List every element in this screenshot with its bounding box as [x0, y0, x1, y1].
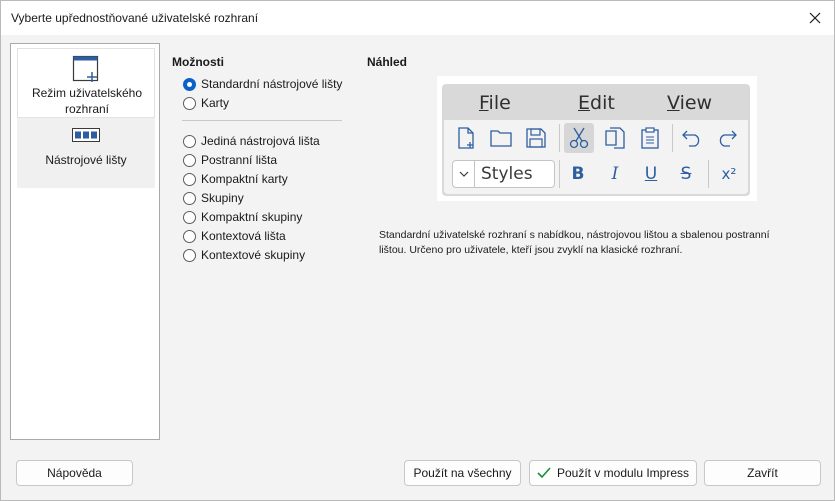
open-folder-icon: [486, 123, 516, 153]
apply-all-button[interactable]: Použít na všechny: [404, 460, 521, 486]
close-dialog-button[interactable]: Zavřít: [704, 460, 821, 486]
styles-label: Styles: [481, 164, 533, 184]
title-bar: Vyberte upřednostňované uživatelské rozh…: [1, 1, 834, 35]
menu-rest: iew: [679, 92, 713, 114]
menu-mnemonic: V: [667, 92, 680, 114]
checkmark-icon: [537, 467, 551, 479]
menu-mnemonic: F: [479, 92, 489, 114]
radio-label: Kompaktní karty: [201, 172, 288, 186]
preview-menu-file: File: [479, 92, 511, 114]
strikethrough-icon: S: [680, 164, 692, 184]
mode-description: Standardní uživatelské rozhraní s nabídk…: [379, 229, 770, 256]
close-button[interactable]: [796, 1, 834, 35]
radio-button[interactable]: [183, 134, 196, 148]
menu-mnemonic: E: [578, 92, 591, 114]
radio-groups[interactable]: Skupiny: [183, 189, 244, 207]
radio-label: Standardní nástrojové lišty: [201, 77, 343, 91]
menu-rest: dit: [590, 92, 615, 114]
radio-label: Kompaktní skupiny: [201, 210, 303, 224]
radio-single-toolbar[interactable]: Jediná nástrojová lišta: [183, 132, 320, 150]
apply-module-label: Použít v modulu Impress: [556, 466, 690, 480]
radio-button[interactable]: [183, 229, 196, 243]
window-plus-icon: [72, 55, 99, 82]
radio-standard-toolbars[interactable]: Standardní nástrojové lišty: [183, 75, 342, 93]
underline-icon: U: [644, 164, 658, 184]
sidebar-item-label: Nástrojové lišty: [45, 153, 127, 167]
sidebar-item-ui-mode[interactable]: Režim uživatelského rozhraní: [17, 48, 155, 118]
preview-heading: Náhled: [367, 55, 408, 69]
apply-module-button[interactable]: Použít v modulu Impress: [529, 460, 697, 486]
radio-label: Skupiny: [201, 191, 244, 205]
radio-button[interactable]: [183, 153, 196, 167]
preview-menu-view: View: [667, 92, 712, 114]
new-document-icon: [451, 123, 481, 153]
preview-styles-combo: Styles: [452, 160, 555, 188]
redo-icon: [712, 123, 742, 153]
radio-compact-tabs[interactable]: Kompaktní karty: [183, 170, 288, 188]
sidebar-item-label: Režim uživatelského rozhraní: [31, 86, 143, 116]
save-icon: [521, 123, 551, 153]
radio-button[interactable]: [183, 191, 196, 205]
preview-toolbar: Styles B I U S x²: [444, 120, 748, 194]
toolbar-separator: [708, 160, 709, 188]
options-divider: [182, 120, 342, 121]
superscript-icon: x²: [721, 165, 737, 183]
radio-sidebar[interactable]: Postranní lišta: [183, 151, 277, 169]
italic-icon: I: [611, 164, 619, 184]
options-heading: Možnosti: [172, 55, 224, 69]
radio-button[interactable]: [183, 77, 196, 91]
radio-tabs[interactable]: Karty: [183, 94, 229, 112]
radio-button[interactable]: [183, 96, 196, 110]
radio-label: Karty: [201, 96, 230, 110]
copy-icon: [600, 123, 630, 153]
paste-icon: [635, 123, 665, 153]
chevron-down-icon: [453, 161, 475, 187]
undo-icon: [677, 123, 707, 153]
radio-compact-groups[interactable]: Kompaktní skupiny: [183, 208, 302, 226]
radio-contextual-bar[interactable]: Kontextová lišta: [183, 227, 286, 245]
radio-button[interactable]: [183, 248, 196, 262]
radio-label: Jediná nástrojová lišta: [201, 134, 320, 148]
radio-button[interactable]: [183, 210, 196, 224]
toolbar-icon: [72, 128, 100, 142]
dialog-title: Vyberte upřednostňované uživatelské rozh…: [11, 11, 259, 25]
toolbar-separator: [559, 160, 560, 188]
radio-label: Postranní lišta: [201, 153, 278, 167]
menu-rest: ile: [488, 92, 511, 114]
cut-icon: [564, 123, 594, 153]
close-icon: [809, 12, 821, 24]
preview-image: File Edit View Styles B I U S x²: [442, 84, 750, 196]
radio-button[interactable]: [183, 172, 196, 186]
radio-label: Kontextové skupiny: [201, 248, 306, 262]
bold-icon: B: [571, 164, 585, 184]
radio-label: Kontextová lišta: [201, 229, 286, 243]
dialog-window: Vyberte upřednostňované uživatelské rozh…: [0, 0, 835, 501]
toolbar-separator: [559, 124, 560, 152]
toolbar-separator: [672, 124, 673, 152]
preview-menu-edit: Edit: [578, 92, 615, 114]
sidebar: Režim uživatelského rozhraní Nástrojové …: [10, 43, 160, 440]
sidebar-item-toolbars[interactable]: Nástrojové lišty: [17, 118, 155, 188]
help-button[interactable]: Nápověda: [16, 460, 133, 486]
radio-contextual-groups[interactable]: Kontextové skupiny: [183, 246, 305, 264]
